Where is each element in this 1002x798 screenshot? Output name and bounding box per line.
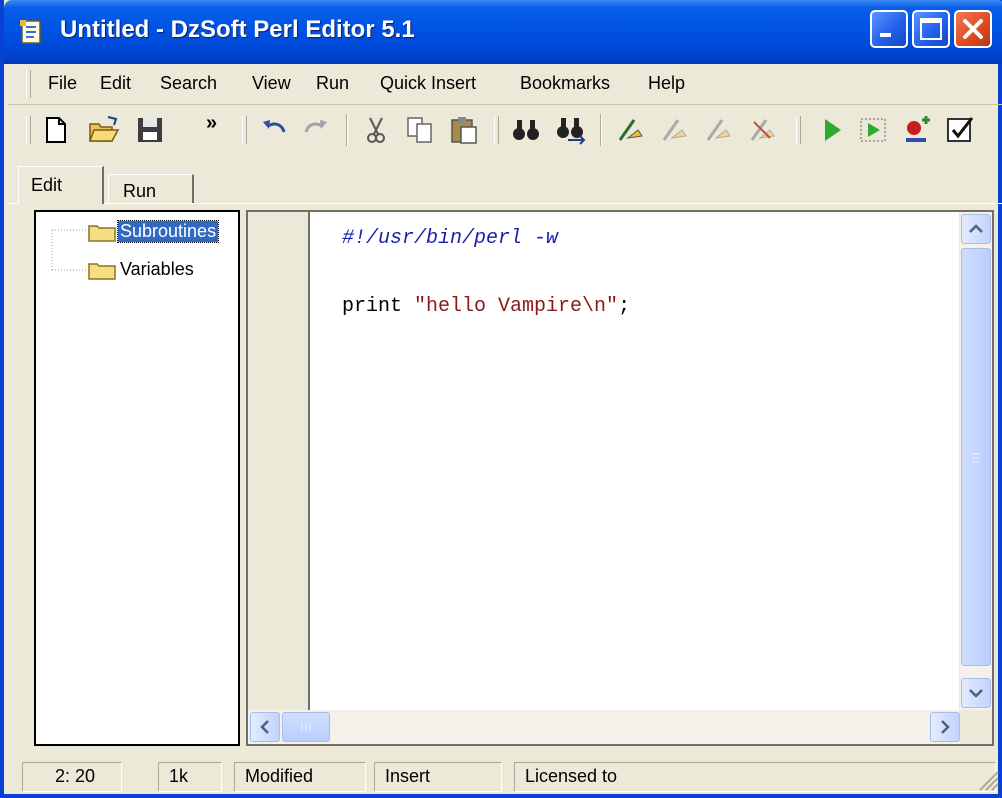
- next-bookmark-icon[interactable]: [658, 114, 690, 146]
- redo-icon[interactable]: [300, 114, 332, 146]
- tree-label-variables: Variables: [120, 259, 194, 279]
- code-line-shebang: #!/usr/bin/perl -w: [342, 227, 559, 250]
- minimize-icon: [880, 33, 891, 37]
- scroll-left-button[interactable]: [250, 712, 280, 742]
- chevron-up-icon: [969, 224, 983, 233]
- new-file-icon[interactable]: [40, 114, 72, 146]
- tree-label-subroutines: Subroutines: [116, 220, 220, 243]
- status-insert-mode: Insert: [374, 762, 502, 792]
- minimize-button[interactable]: [870, 10, 908, 48]
- menu-run[interactable]: Run: [316, 73, 349, 94]
- code-semicolon: ;: [618, 295, 631, 318]
- code-print-keyword: print: [342, 295, 415, 318]
- toggle-bookmark-icon[interactable]: [614, 114, 646, 146]
- close-button[interactable]: [954, 10, 992, 48]
- close-icon: [963, 19, 983, 39]
- status-license: Licensed to: [514, 762, 996, 792]
- menu-edit[interactable]: Edit: [100, 73, 131, 94]
- chevron-right-icon: [941, 720, 950, 734]
- title-bar[interactable]: Untitled - DzSoft Perl Editor 5.1: [4, 0, 1002, 64]
- maximize-button[interactable]: [912, 10, 950, 48]
- notepad-icon: [20, 20, 41, 44]
- scroll-up-button[interactable]: [961, 214, 991, 244]
- chevron-left-icon: [260, 720, 269, 734]
- tab-edit[interactable]: Edit: [18, 166, 104, 204]
- chevron-down-icon: [969, 689, 983, 698]
- status-file-size: 1k: [158, 762, 222, 792]
- menu-search[interactable]: Search: [160, 73, 217, 94]
- undo-icon[interactable]: [258, 114, 290, 146]
- menu-bar: File Edit Search View Run Quick Insert B…: [8, 64, 1002, 105]
- code-area[interactable]: #!/usr/bin/perl -w print "hello Vampire\…: [342, 222, 630, 324]
- toolbar-separator: [600, 114, 602, 146]
- find-icon[interactable]: [510, 114, 542, 146]
- toolbar-grip-2[interactable]: [242, 116, 247, 144]
- status-cursor-position: 2: 20: [22, 762, 122, 792]
- line-gutter: [248, 212, 310, 712]
- tab-strip: Edit Run: [8, 160, 1002, 204]
- folder-icon: [88, 225, 116, 242]
- scroll-down-button[interactable]: [961, 678, 991, 708]
- toolbar-grip-4[interactable]: [796, 116, 801, 144]
- tab-run[interactable]: Run: [108, 174, 194, 204]
- code-editor[interactable]: #!/usr/bin/perl -w print "hello Vampire\…: [246, 210, 994, 746]
- toolbar-separator: [346, 114, 348, 146]
- tree-lines: [51, 229, 88, 271]
- tab-run-label: Run: [123, 181, 157, 201]
- clear-bookmarks-icon[interactable]: [746, 114, 778, 146]
- resize-grip-icon[interactable]: [974, 766, 1000, 792]
- scroll-right-button[interactable]: [930, 712, 960, 742]
- horizontal-scroll-thumb[interactable]: [282, 712, 330, 742]
- prev-bookmark-icon[interactable]: [702, 114, 734, 146]
- vertical-scrollbar[interactable]: [959, 212, 992, 712]
- toolbar-grip[interactable]: [26, 116, 31, 144]
- cut-icon[interactable]: [360, 114, 392, 146]
- vertical-scroll-thumb[interactable]: [961, 248, 991, 666]
- status-modified: Modified: [234, 762, 366, 792]
- run-selection-icon[interactable]: [858, 114, 890, 146]
- syntax-check-icon[interactable]: [944, 114, 976, 146]
- menu-grip[interactable]: [26, 70, 31, 98]
- window-title: Untitled - DzSoft Perl Editor 5.1: [60, 16, 415, 43]
- toolbar-overflow-chevron[interactable]: »: [206, 112, 217, 135]
- app-window: Untitled - DzSoft Perl Editor 5.1 File E…: [0, 0, 1002, 798]
- tab-edit-label: Edit: [31, 175, 63, 195]
- code-string-literal: "hello Vampire\n": [414, 295, 619, 318]
- open-folder-icon[interactable]: [88, 114, 120, 146]
- debug-icon[interactable]: [900, 114, 932, 146]
- folder-icon: [88, 263, 116, 280]
- toolbar-grip-3[interactable]: [494, 116, 499, 144]
- maximize-icon: [920, 18, 942, 40]
- copy-icon[interactable]: [404, 114, 436, 146]
- scrollbar-corner: [960, 710, 992, 744]
- grip-lines-icon: [972, 453, 980, 463]
- find-next-icon[interactable]: [554, 114, 586, 146]
- menu-file[interactable]: File: [48, 73, 77, 94]
- status-bar: 2: 20 1k Modified Insert Licensed to: [8, 758, 1002, 794]
- run-icon[interactable]: [816, 114, 848, 146]
- menu-view[interactable]: View: [252, 73, 291, 94]
- tab-divider: [8, 203, 1002, 204]
- paste-icon[interactable]: [448, 114, 480, 146]
- horizontal-scrollbar[interactable]: [248, 710, 962, 744]
- grip-lines-icon: [301, 723, 311, 731]
- menu-help[interactable]: Help: [648, 73, 685, 94]
- menu-quick-insert[interactable]: Quick Insert: [380, 73, 476, 94]
- menu-bookmarks[interactable]: Bookmarks: [520, 73, 610, 94]
- save-icon[interactable]: [134, 114, 166, 146]
- toolbar: »: [8, 104, 1002, 156]
- symbol-tree: Subroutines Variables: [34, 210, 240, 746]
